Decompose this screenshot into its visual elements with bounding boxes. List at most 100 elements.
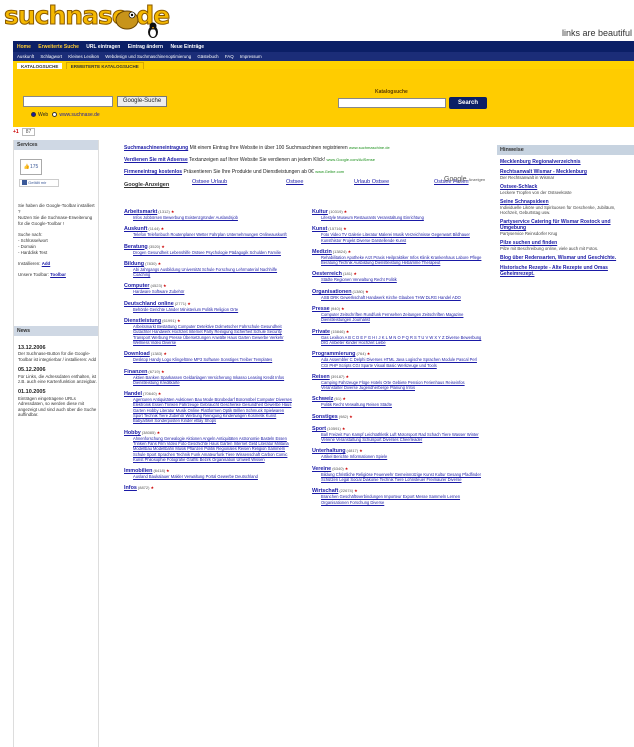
secondary-nav: Auskunft Schlagwort Kleines Lexikon Webd… xyxy=(13,52,634,61)
subcategory-links[interactable]: Drogen Gesundheit Lebenshilfe Ostsee Psy… xyxy=(124,250,302,255)
radio-site[interactable] xyxy=(52,112,58,118)
nav2-guestbook[interactable]: Gästebuch xyxy=(197,54,218,59)
nav-new-entries[interactable]: Neue Einträge xyxy=(170,44,204,50)
new-badge-icon: ★ xyxy=(176,318,181,324)
subcategory-links[interactable]: Politik Recht Verwaltung Reisen Städte xyxy=(312,402,490,407)
category-title[interactable]: Organisationen xyxy=(312,289,352,295)
subcategory-links[interactable]: Desktop Handy Logo Klingeltöne MP3 Softw… xyxy=(124,357,302,362)
radio-web[interactable] xyxy=(31,112,36,118)
site-logo[interactable]: suchnase.de xyxy=(3,1,170,31)
subcategory-links[interactable]: Telefon Telefonbuch Routenplaner Wetter … xyxy=(124,232,302,237)
category-block: Sport(10591)★ Ball Freizeit Fun Kampf Lei… xyxy=(312,426,490,443)
subcategory-links[interactable]: Computer Zeitschriften Rundfunk Fernsehe… xyxy=(312,312,490,323)
ad-url[interactable]: www.Gelbe.com xyxy=(315,169,344,174)
category-block: Finanzen(6719)★ Aktien Banken Sparkassen … xyxy=(124,369,302,386)
category-count: (22674) xyxy=(339,488,354,494)
new-badge-icon: ★ xyxy=(349,413,353,419)
search-tabs: KATALOGSUCHE ERWEITERTE KATALOGSUCHE xyxy=(13,61,634,71)
subcategory-links[interactable]: Aktien Banken Sparkassen Geldanlagen Ver… xyxy=(124,375,302,386)
category-block: Organisationen(1380)★ ASB DRK Gewerkschaf… xyxy=(312,289,490,300)
hint-title-link[interactable]: Historische Rezepte - Alte Rezepte und O… xyxy=(500,265,631,277)
subcategory-links[interactable]: Ausland Baukalauer Makler Verwaltung Por… xyxy=(124,474,302,479)
subcategory-links[interactable]: ASB DRK Gewerkschaft Handwerk Kirche Gla… xyxy=(312,295,490,300)
hint-title-link[interactable]: Partyservice Catering für Wismar Rostock… xyxy=(500,219,631,231)
category-title[interactable]: Sonstiges xyxy=(312,414,338,420)
facebook-share-button[interactable]: Gefällt mir xyxy=(19,179,59,187)
subcategory-links[interactable]: Lifestyle Museum Restaurants Veranstaltu… xyxy=(312,215,490,220)
category-title[interactable]: Vereine xyxy=(312,466,331,472)
category-title[interactable]: Deutschland online xyxy=(124,301,174,307)
slogan: links are beautiful xyxy=(561,28,632,38)
subcategory-links[interactable]: Camping Fahrzeuge Flüge Hotels Orte Gebi… xyxy=(312,380,490,391)
subcategory-links[interactable]: Arbeitsmarkt Bestattung Computer Detekti… xyxy=(124,324,302,345)
category-title[interactable]: Reisen xyxy=(312,374,330,380)
penguin-icon xyxy=(148,22,158,38)
ad-url[interactable]: www.Google.com/AdSense xyxy=(327,157,375,162)
nav-home[interactable]: Home xyxy=(17,44,31,50)
ad-link[interactable]: Urlaub Ostsee xyxy=(354,179,389,185)
google-search-input[interactable] xyxy=(23,96,113,107)
subcategory-links[interactable]: Branchen Geschäftsverbindungen Importeur… xyxy=(312,494,490,505)
new-badge-icon: ★ xyxy=(160,226,165,232)
subcategory-links[interactable]: Hardware Software Zubehör xyxy=(124,289,302,294)
ad-title[interactable]: Verdienen Sie mit Adsense xyxy=(124,157,188,163)
new-badge-icon: ★ xyxy=(343,226,347,232)
new-badge-icon: ★ xyxy=(161,243,165,249)
category-title[interactable]: Hobby xyxy=(124,430,141,436)
subcategory-links[interactable]: Behörde Gerichte Länder Ministerium Poli… xyxy=(124,307,302,312)
subcategory-links[interactable]: Ada Assembler C Delphi Diverses HTML Jav… xyxy=(312,357,490,368)
google-search-button[interactable]: Google-Suche xyxy=(117,96,167,107)
google-ads-label[interactable]: Google-Anzeigen xyxy=(124,182,169,188)
hints-header: Hinweise xyxy=(497,145,634,155)
category-title[interactable]: Bildung xyxy=(124,261,144,267)
category-block: Wirtschaft(22674)★ Branchen Geschäftsverb… xyxy=(312,488,490,505)
nav2-faq[interactable]: FAQ xyxy=(225,54,234,59)
ad-title[interactable]: Firmeneintrag kostenlos xyxy=(124,169,182,175)
category-block: Dienstleistung(61991)★ Arbeitsmarkt Besta… xyxy=(124,318,302,345)
nav-advanced-search[interactable]: Erweiterte Suche xyxy=(38,44,79,50)
subcategory-links[interactable]: Ahnenforschung Genealogie Aktionen Angel… xyxy=(124,436,302,462)
nav2-schlagwort[interactable]: Schlagwort xyxy=(40,54,62,59)
katalog-search-button[interactable]: Search xyxy=(449,97,487,109)
subcategory-links[interactable]: Gas Lexikon A B C D E F G H I J K L M N … xyxy=(312,335,490,346)
primary-nav: Home Erweiterte Suche URL eintragen Eint… xyxy=(13,41,634,52)
news-text: Einträgen eingetragene URLs Adressdaten,… xyxy=(18,395,97,418)
category-title[interactable]: Infos xyxy=(124,485,137,491)
nav2-auskunft[interactable]: Auskunft xyxy=(17,54,34,59)
subcategory-links[interactable]: Agenturen Antiquitäten Auktionen Bau Mod… xyxy=(124,397,302,423)
category-title[interactable]: Finanzen xyxy=(124,369,147,375)
new-badge-icon: ★ xyxy=(366,351,371,357)
nav-add-url[interactable]: URL eintragen xyxy=(86,44,120,50)
subcategory-links[interactable]: Infos Jobbörsen Bewerbung Existenzgründe… xyxy=(124,215,302,220)
category-title[interactable]: Beratung xyxy=(124,244,148,250)
category-title[interactable]: Medizin xyxy=(312,249,332,255)
toolbar-label: Unsere Toolbar: xyxy=(18,272,49,277)
subcategory-links[interactable]: Rehabilitation Apotheke Arzt Praxis Heil… xyxy=(312,255,490,266)
category-title[interactable]: Private xyxy=(312,329,330,335)
new-badge-icon: ★ xyxy=(341,306,345,312)
toolbar-link[interactable]: Toolbar xyxy=(50,272,66,277)
install-add-link[interactable]: Add xyxy=(42,261,51,266)
subcategory-links[interactable]: Städte Regionen Verwaltung Recht Politik xyxy=(312,277,490,282)
katalog-search-input[interactable] xyxy=(338,98,446,108)
subcategory-links[interactable]: Abi Jahrgangs Ausbildung Universität Sch… xyxy=(124,267,302,278)
category-count: (8872) xyxy=(137,485,150,491)
ad-text: Mit einem Eintrag Ihre Website in über 1… xyxy=(189,145,348,151)
nav-edit-entry[interactable]: Eintrag ändern xyxy=(128,44,163,50)
ad-title[interactable]: Suchmaschineneintragung xyxy=(124,145,188,151)
ad-url[interactable]: www.suchmaschine.de xyxy=(349,145,390,150)
ad-link[interactable]: Ostsee Urlaub xyxy=(192,179,227,185)
nav2-impressum[interactable]: Impressum xyxy=(240,54,262,59)
hint-title-link[interactable]: Blog über Redensarten, Wismar und Geschi… xyxy=(500,255,631,261)
ad-link[interactable]: Ostsee xyxy=(286,179,303,185)
facebook-like-box[interactable]: 👍175 xyxy=(20,159,42,175)
nav2-webdesign[interactable]: Webdesign und Suchmaschinenoptimierung xyxy=(105,54,191,59)
subcategory-links[interactable]: Foto Video TV Galerie Literatur Malerei … xyxy=(312,232,490,243)
subcategory-links[interactable]: Bildung Christliche Religiöse Feuerwehr … xyxy=(312,472,490,483)
subcategory-links[interactable]: Artikel Berichte Informationen Spiele xyxy=(312,454,490,459)
nav2-lexikon[interactable]: Kleines Lexikon xyxy=(68,54,99,59)
subcategory-links[interactable]: Ball Freizeit Fun Kampf Leichtathletik L… xyxy=(312,432,490,443)
plusone-button[interactable]: +1 87 xyxy=(13,128,36,136)
new-badge-icon: ★ xyxy=(170,209,175,214)
category-title[interactable]: Sport xyxy=(312,426,326,432)
